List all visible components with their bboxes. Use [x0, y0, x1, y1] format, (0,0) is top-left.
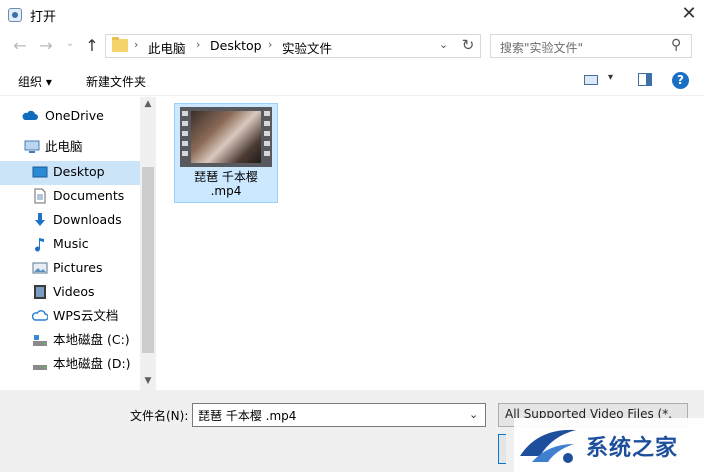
back-button[interactable]: ← [10, 36, 30, 55]
open-button[interactable] [498, 434, 506, 464]
watermark-logo-icon [520, 429, 576, 463]
nav-item-pictures[interactable]: Pictures [0, 257, 140, 281]
video-frame [191, 111, 261, 163]
chevron-down-icon[interactable]: ⌄ [469, 408, 478, 421]
watermark: 系统之家 [514, 418, 704, 472]
nav-label: Desktop [53, 164, 105, 179]
arrow-left-icon: ← [13, 36, 27, 55]
filename-value[interactable]: 琵琶 千本樱 .mp4 [198, 407, 296, 424]
desktop-icon [32, 166, 48, 178]
nav-label: 本地磁盘 (D:) [53, 356, 131, 371]
nav-item-downloads[interactable]: Downloads [0, 209, 140, 233]
search-box[interactable]: 搜索"实验文件" ⚲ [490, 34, 692, 58]
breadcrumb-experiment-files[interactable]: 实验文件 [282, 38, 332, 57]
arrow-up-icon: ↑ [85, 36, 99, 55]
nav-label: Pictures [53, 260, 103, 275]
nav-label: Documents [53, 188, 125, 203]
new-folder-button[interactable]: 新建文件夹 [86, 73, 146, 90]
video-icon [34, 285, 46, 299]
refresh-icon: ↻ [461, 36, 475, 54]
breadcrumb-separator-icon: › [134, 38, 139, 51]
nav-label: 此电脑 [45, 139, 83, 154]
nav-label: 本地磁盘 (C:) [53, 332, 130, 347]
nav-item-documents[interactable]: Documents [0, 185, 140, 209]
drive-icon [33, 335, 47, 346]
nav-label: OneDrive [45, 108, 104, 123]
scroll-up-icon[interactable]: ▲ [141, 99, 155, 109]
cloud-outline-icon [32, 310, 48, 321]
title-bar: 打开 ✕ [0, 0, 704, 30]
nav-item-drive-d[interactable]: 本地磁盘 (D:) [0, 353, 140, 377]
forward-button[interactable]: → [36, 36, 56, 55]
filename-field[interactable]: 琵琶 千本樱 .mp4 ⌄ [192, 403, 486, 427]
music-icon [35, 238, 44, 252]
close-icon: ✕ [681, 3, 697, 24]
nav-item-drive-c[interactable]: 本地磁盘 (C:) [0, 329, 140, 353]
navigation-pane: OneDrive 此电脑 Desktop Documents Downloads… [0, 97, 156, 390]
file-name: 琵琶 千本樱 [194, 170, 258, 184]
file-extension: .mp4 [210, 184, 242, 198]
scroll-down-icon[interactable]: ▼ [141, 376, 155, 386]
nav-label: Music [53, 236, 89, 251]
refresh-button[interactable]: ↻ [458, 36, 478, 54]
computer-icon [24, 140, 40, 153]
watermark-text: 系统之家 [586, 436, 679, 461]
arrow-right-icon: → [39, 36, 53, 55]
nav-item-onedrive[interactable]: OneDrive [0, 105, 140, 129]
recent-locations-button[interactable]: ⌄ [60, 38, 80, 49]
cloud-icon [22, 110, 38, 120]
close-button[interactable]: ✕ [674, 0, 704, 30]
folder-icon [112, 37, 128, 52]
search-icon: ⚲ [671, 37, 682, 53]
window-title: 打开 [30, 10, 57, 25]
nav-item-music[interactable]: Music [0, 233, 140, 257]
nav-scrollbar-thumb[interactable] [142, 167, 154, 353]
app-icon [8, 8, 22, 22]
nav-item-wps-cloud[interactable]: WPS云文档 [0, 305, 140, 329]
file-item[interactable]: 琵琶 千本樱 .mp4 [174, 103, 278, 203]
nav-item-this-pc[interactable]: 此电脑 [0, 136, 140, 160]
breadcrumb-separator-icon: › [268, 38, 273, 51]
breadcrumb-separator-icon: › [196, 38, 201, 51]
document-icon [34, 188, 46, 204]
breadcrumb-this-pc[interactable]: 此电脑 [148, 38, 186, 57]
drive-icon [33, 365, 47, 370]
nav-item-desktop[interactable]: Desktop [0, 161, 140, 185]
picture-icon [32, 262, 48, 274]
download-icon [35, 213, 45, 226]
nav-label: Downloads [53, 212, 122, 227]
search-input[interactable]: 搜索"实验文件" [500, 39, 583, 56]
address-dropdown-icon[interactable]: ⌄ [439, 38, 448, 51]
nav-label: WPS云文档 [53, 308, 119, 323]
view-mode-icon[interactable] [584, 75, 598, 85]
breadcrumb-desktop[interactable]: Desktop [210, 38, 262, 53]
preview-pane-icon[interactable] [638, 73, 652, 86]
nav-item-videos[interactable]: Videos [0, 281, 140, 305]
chevron-down-icon: ⌄ [65, 38, 75, 49]
up-button[interactable]: ↑ [82, 36, 102, 55]
command-bar: 组织 ▾ 新建文件夹 ▾ ? [0, 62, 704, 96]
organize-button[interactable]: 组织 ▾ [18, 73, 52, 90]
help-icon[interactable]: ? [672, 72, 689, 89]
address-bar[interactable]: › 此电脑 › Desktop › 实验文件 ⌄ ↻ [105, 34, 481, 58]
video-thumbnail [180, 107, 272, 167]
nav-label: Videos [53, 284, 95, 299]
filename-label: 文件名(N): [130, 409, 189, 423]
view-dropdown-icon[interactable]: ▾ [608, 72, 613, 83]
